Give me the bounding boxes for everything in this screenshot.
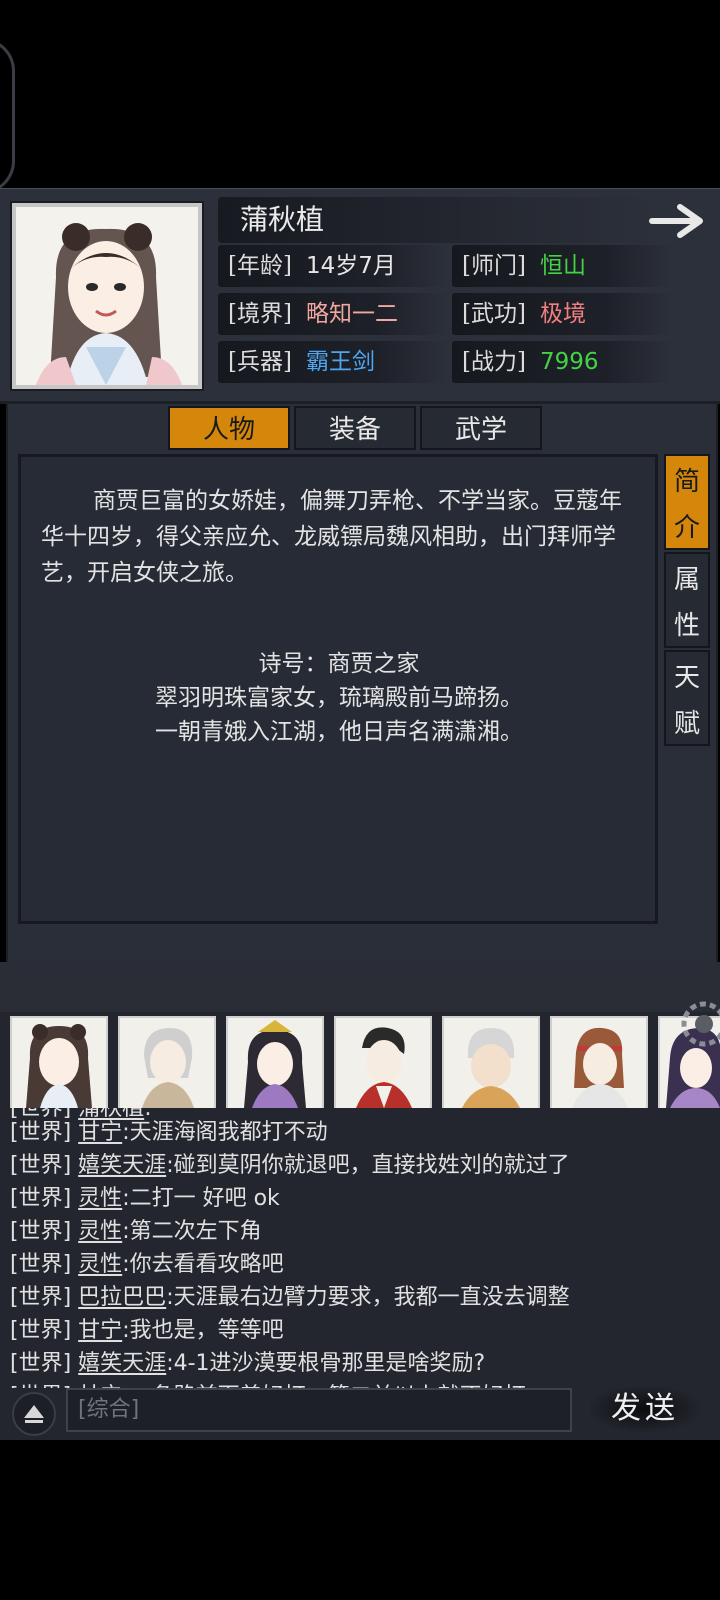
chat-message: [世界] 嬉笑天涯:碰到莫阴你就退吧，直接找姓刘的就过了 — [10, 1149, 570, 1182]
poem-title: 诗号：商贾之家 — [258, 651, 420, 677]
poem-line: 翠羽明珠富家女，琉璃殿前马蹄扬。 — [155, 685, 523, 711]
side-tab-attributes[interactable]: 属 性 — [664, 552, 710, 648]
send-button[interactable]: 发送 — [590, 1386, 700, 1432]
chat-text: :第二次左下角 — [122, 1219, 262, 1244]
chat-text: :4-1进沙漠要根骨那里是啥奖励? — [166, 1351, 486, 1376]
chat-username[interactable]: 灵性 — [78, 1219, 122, 1244]
side-tab-char: 介 — [673, 512, 700, 543]
party-avatar[interactable] — [10, 1016, 108, 1108]
party-avatar[interactable] — [118, 1016, 216, 1108]
eject-up-icon — [24, 1405, 44, 1423]
side-tab-char: 性 — [673, 610, 700, 641]
stat-value: 7996 — [539, 349, 599, 375]
character-profile: 蒲秋植 [年龄] 14岁7月 [师门] 恒山 [境界] 略知一二 [武功] 极境 [兵器… — [0, 188, 720, 404]
party-avatar[interactable] — [334, 1016, 432, 1108]
detail-tabs: 人物 装备 武学 — [168, 406, 542, 452]
chat-username[interactable]: 嬉笑天涯 — [78, 1153, 166, 1178]
chat-channel: [世界] — [10, 1186, 72, 1211]
character-portrait — [12, 203, 202, 389]
stat-martial: [武功] 极境 — [452, 293, 672, 335]
stat-value: 略知一二 — [305, 301, 398, 327]
party-avatar[interactable] — [550, 1016, 648, 1108]
character-name: 蒲秋植 — [218, 197, 658, 243]
side-tab-talent[interactable]: 天 赋 — [664, 650, 710, 746]
poem: 诗号：商贾之家 翠羽明珠富家女，琉璃殿前马蹄扬。 一朝青娥入江湖，他日声名满潇湘… — [41, 647, 637, 749]
stat-value: 恒山 — [539, 253, 586, 279]
chat-message: [世界] 嬉笑天涯:4-1进沙漠要根骨那里是啥奖励? — [10, 1347, 485, 1380]
stat-label: [战力] — [462, 349, 526, 375]
character-description: 商贾巨富的女娇娃，偏舞刀弄枪、不学当家。豆蔻年华十四岁，得父亲应允、龙威镖局魏风… — [41, 488, 622, 586]
chat-message: [世界] 灵性:第二次左下角 — [10, 1215, 262, 1248]
stat-power: [战力] 7996 — [452, 341, 672, 383]
chat-channel: [世界] — [10, 1252, 72, 1277]
side-tab-char: 简 — [673, 466, 700, 497]
stat-value: 霸王剑 — [305, 349, 375, 375]
chat-message: [世界] 甘宁:天涯海阁我都打不动 — [10, 1116, 328, 1149]
stat-label: [境界] — [228, 301, 292, 327]
chat-username[interactable]: 巴拉巴巴 — [78, 1285, 166, 1310]
chat-username[interactable]: 嬉笑天涯 — [78, 1351, 166, 1376]
chat-text: :天涯最右边臂力要求，我都一直没去调整 — [166, 1285, 570, 1310]
chat-log[interactable]: [世界] 蒲秋植: [世界] 甘宁:天涯海阁我都打不动 [世界] 嬉笑天涯:碰到… — [0, 1108, 720, 1398]
chat-input[interactable]: [综合] — [66, 1388, 572, 1432]
chat-channel: [世界] — [10, 1351, 72, 1376]
stat-label: [年龄] — [228, 253, 292, 279]
stat-realm: [境界] 略知一二 — [218, 293, 448, 335]
stat-value: 14岁7月 — [305, 253, 396, 279]
party-avatar-row — [0, 1012, 720, 1108]
chat-channel: [世界] — [10, 1219, 72, 1244]
side-tabs: 简 介 属 性 天 赋 — [664, 454, 710, 748]
side-tab-char: 属 — [673, 564, 700, 595]
chat-username[interactable]: 灵性 — [78, 1186, 122, 1211]
chat-message: [世界] 灵性:你去看看攻略吧 — [10, 1248, 284, 1281]
chat-text: :我也是，等等吧 — [122, 1318, 284, 1343]
stat-value: 极境 — [539, 301, 586, 327]
intro-content: 商贾巨富的女娇娃，偏舞刀弄枪、不学当家。豆蔻年华十四岁，得父亲应允、龙威镖局魏风… — [18, 454, 658, 924]
chat-message: [世界] 巴拉巴巴:天涯最右边臂力要求，我都一直没去调整 — [10, 1281, 570, 1314]
party-avatar[interactable] — [442, 1016, 540, 1108]
chat-username[interactable]: 灵性 — [78, 1252, 122, 1277]
settings-gear-icon[interactable] — [680, 1000, 720, 1048]
poem-line: 一朝青娥入江湖，他日声名满潇湘。 — [155, 719, 523, 745]
chat-message: [世界] 灵性:二打一 好吧 ok — [10, 1182, 280, 1215]
chat-text: :你去看看攻略吧 — [122, 1252, 284, 1277]
chat-username[interactable]: 甘宁 — [78, 1120, 122, 1145]
side-tab-intro[interactable]: 简 介 — [664, 454, 710, 550]
side-tab-char: 天 — [673, 662, 700, 693]
chat-text: :二打一 好吧 ok — [122, 1186, 280, 1211]
stat-sect: [师门] 恒山 — [452, 245, 672, 287]
character-detail-panel: 人物 装备 武学 商贾巨富的女娇娃，偏舞刀弄枪、不学当家。豆蔻年华十四岁，得父亲… — [6, 402, 718, 966]
chat-username[interactable]: 甘宁 — [78, 1318, 122, 1343]
side-tab-char: 赋 — [673, 708, 700, 739]
chat-text: :碰到莫阴你就退吧，直接找姓刘的就过了 — [166, 1153, 570, 1178]
expand-chat-button[interactable] — [12, 1392, 56, 1436]
stat-label: [武功] — [462, 301, 526, 327]
party-avatar[interactable] — [226, 1016, 324, 1108]
stat-label: [兵器] — [228, 349, 292, 375]
chat-channel: [世界] — [10, 1285, 72, 1310]
tab-character[interactable]: 人物 — [168, 406, 290, 450]
next-character-arrow-icon[interactable] — [648, 201, 708, 241]
stat-label: [师门] — [462, 253, 526, 279]
chat-channel: [世界] — [10, 1120, 72, 1145]
screen-notch — [0, 38, 15, 194]
tab-martial-arts[interactable]: 武学 — [420, 406, 542, 450]
chat-channel: [世界] — [10, 1153, 72, 1178]
chat-channel: [世界] — [10, 1318, 72, 1343]
tab-equipment[interactable]: 装备 — [294, 406, 416, 450]
chat-message: [世界] 甘宁:我也是，等等吧 — [10, 1314, 284, 1347]
stat-age: [年龄] 14岁7月 — [218, 245, 448, 287]
divider-strip — [0, 962, 720, 1012]
stat-weapon: [兵器] 霸王剑 — [218, 341, 448, 383]
chat-text: :天涯海阁我都打不动 — [122, 1120, 328, 1145]
